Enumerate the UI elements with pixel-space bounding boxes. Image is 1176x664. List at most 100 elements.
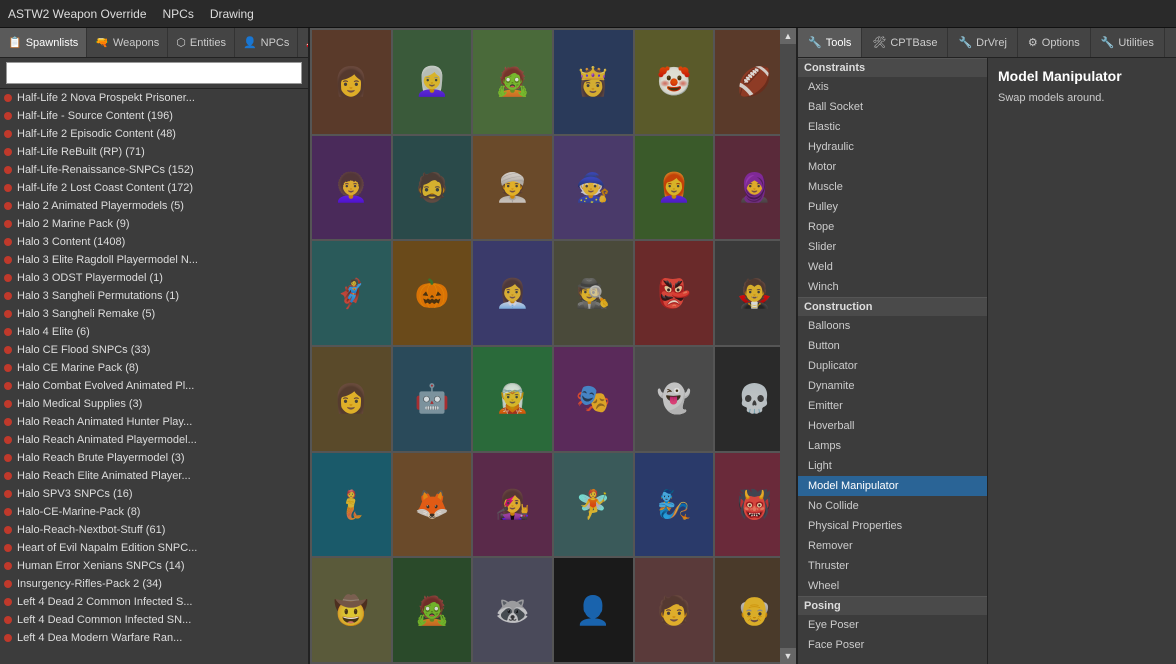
tool-list-item[interactable]: Eye Poser — [798, 615, 987, 635]
list-item[interactable]: Halo Combat Evolved Animated Pl... — [0, 377, 308, 395]
character-portrait-cell[interactable]: 🧔 — [393, 136, 472, 240]
list-item[interactable]: Heart of Evil Napalm Edition SNPC... — [0, 539, 308, 557]
tool-list-item[interactable]: Axis — [798, 77, 987, 97]
tool-list-item[interactable]: Duplicator — [798, 356, 987, 376]
scroll-down-arrow[interactable]: ▼ — [780, 648, 796, 664]
character-portrait-cell[interactable]: 👩‍🦰 — [635, 136, 714, 240]
tool-list-item[interactable]: Lamps — [798, 436, 987, 456]
tab-spawnlists[interactable]: 📋 Spawnlists — [0, 28, 87, 57]
tool-list-item[interactable]: Motor — [798, 157, 987, 177]
character-portrait-cell[interactable]: 👩 — [312, 30, 391, 134]
tool-list-item[interactable]: Ball Socket — [798, 97, 987, 117]
tool-list-item[interactable]: Pulley — [798, 197, 987, 217]
character-portrait-cell[interactable]: 🧞 — [635, 453, 714, 557]
character-portrait-cell[interactable]: 👩‍🦱 — [312, 136, 391, 240]
tool-list-item[interactable]: Hydraulic — [798, 137, 987, 157]
character-portrait-cell[interactable]: 🎃 — [393, 241, 472, 345]
tool-list-item[interactable]: Wheel — [798, 576, 987, 596]
tool-list-item[interactable]: Model Manipulator — [798, 476, 987, 496]
character-portrait-cell[interactable]: 👩‍🎤 — [473, 453, 552, 557]
list-item[interactable]: Halo 3 Sangheli Permutations (1) — [0, 287, 308, 305]
character-portrait-cell[interactable]: 🤠 — [312, 558, 391, 662]
character-portrait-cell[interactable]: 🦊 — [393, 453, 472, 557]
tool-list-item[interactable]: Face Poser — [798, 635, 987, 655]
menu-item-npcs[interactable]: NPCs — [163, 7, 194, 21]
list-item[interactable]: Halo Medical Supplies (3) — [0, 395, 308, 413]
character-portrait-cell[interactable]: 🧙 — [554, 136, 633, 240]
list-item[interactable]: Halo 4 Elite (6) — [0, 323, 308, 341]
tool-list-item[interactable]: Balloons — [798, 316, 987, 336]
tool-list-item[interactable]: Physical Properties — [798, 516, 987, 536]
character-portrait-cell[interactable]: 🕵 — [554, 241, 633, 345]
tool-list-item[interactable]: Remover — [798, 536, 987, 556]
list-item[interactable]: Halo 3 Elite Ragdoll Playermodel N... — [0, 251, 308, 269]
list-item[interactable]: Left 4 Dead 2 Common Infected S... — [0, 593, 308, 611]
list-item[interactable]: Halo-Reach-Nextbot-Stuff (61) — [0, 521, 308, 539]
character-portrait-cell[interactable]: 👸 — [554, 30, 633, 134]
tab-entities[interactable]: ⬡ Entities — [168, 28, 235, 57]
tab-weapons[interactable]: 🔫 Weapons — [87, 28, 168, 57]
list-item[interactable]: Half-Life-Renaissance-SNPCs (152) — [0, 161, 308, 179]
list-item[interactable]: Half-Life - Source Content (196) — [0, 107, 308, 125]
right-tab-utilities[interactable]: 🔧 Utilities — [1091, 28, 1165, 57]
tool-list-item[interactable]: Thruster — [798, 556, 987, 576]
character-portrait-cell[interactable]: 👳 — [473, 136, 552, 240]
search-input[interactable] — [6, 62, 302, 84]
list-item[interactable]: Half-Life ReBuilt (RP) (71) — [0, 143, 308, 161]
list-item[interactable]: Halo Reach Animated Hunter Play... — [0, 413, 308, 431]
list-item[interactable]: Half-Life 2 Episodic Content (48) — [0, 125, 308, 143]
character-portrait-cell[interactable]: 👩‍🦳 — [393, 30, 472, 134]
character-portrait-cell[interactable]: 👺 — [635, 241, 714, 345]
menu-item-weapon-override[interactable]: ASTW2 Weapon Override — [8, 7, 147, 21]
character-portrait-cell[interactable]: 🧟 — [473, 30, 552, 134]
tool-list-item[interactable]: No Collide — [798, 496, 987, 516]
character-portrait-cell[interactable]: 🦝 — [473, 558, 552, 662]
character-portrait-cell[interactable]: 🦸 — [312, 241, 391, 345]
tool-list-item[interactable]: Rope — [798, 217, 987, 237]
right-tab-tools[interactable]: 🔧 Tools — [798, 28, 862, 57]
list-item[interactable]: Halo 3 Sangheli Remake (5) — [0, 305, 308, 323]
right-tab-drvrej[interactable]: 🔧 DrVrej — [948, 28, 1017, 57]
list-item[interactable]: Halo 2 Animated Playermodels (5) — [0, 197, 308, 215]
tool-list-item[interactable]: Elastic — [798, 117, 987, 137]
list-item[interactable]: Left 4 Dea Modern Warfare Ran... — [0, 629, 308, 647]
list-item[interactable]: Human Error Xenians SNPCs (14) — [0, 557, 308, 575]
list-item[interactable]: Halo 3 Content (1408) — [0, 233, 308, 251]
character-portrait-cell[interactable]: 🤖 — [393, 347, 472, 451]
list-item[interactable]: Halo Reach Brute Playermodel (3) — [0, 449, 308, 467]
character-portrait-cell[interactable]: 🧜 — [312, 453, 391, 557]
list-item[interactable]: Left 4 Dead Common Infected SN... — [0, 611, 308, 629]
tool-list-item[interactable]: Slider — [798, 237, 987, 257]
scroll-up-arrow[interactable]: ▲ — [780, 28, 796, 44]
character-portrait-cell[interactable]: 🧑 — [635, 558, 714, 662]
tool-list-item[interactable]: Muscle — [798, 177, 987, 197]
right-tab-cptbase[interactable]: 🛠 CPTBase — [862, 28, 948, 57]
list-item[interactable]: Halo-CE-Marine-Pack (8) — [0, 503, 308, 521]
tab-npcs[interactable]: 👤 NPCs — [235, 28, 298, 57]
character-portrait-cell[interactable]: 🤡 — [635, 30, 714, 134]
list-item[interactable]: Halo Reach Animated Playermodel... — [0, 431, 308, 449]
list-item[interactable]: Half-Life 2 Nova Prospekt Prisoner... — [0, 89, 308, 107]
character-portrait-cell[interactable]: 👻 — [635, 347, 714, 451]
character-portrait-cell[interactable]: 👩‍💼 — [473, 241, 552, 345]
tool-list-item[interactable]: Dynamite — [798, 376, 987, 396]
tool-list-item[interactable]: Winch — [798, 277, 987, 297]
character-portrait-cell[interactable]: 🧝 — [473, 347, 552, 451]
tab-vehicles[interactable]: 🚗 Vehicles — [298, 28, 308, 57]
list-item[interactable]: Halo SPV3 SNPCs (16) — [0, 485, 308, 503]
list-item[interactable]: Insurgency-Rifles-Pack 2 (34) — [0, 575, 308, 593]
tool-list-item[interactable]: Weld — [798, 257, 987, 277]
right-tab-options[interactable]: ⚙ Options — [1018, 28, 1091, 57]
tool-list-item[interactable]: Hoverball — [798, 416, 987, 436]
tool-list-item[interactable]: Emitter — [798, 396, 987, 416]
list-item[interactable]: Halo 2 Marine Pack (9) — [0, 215, 308, 233]
menu-item-drawing[interactable]: Drawing — [210, 7, 254, 21]
character-portrait-cell[interactable]: 🎭 — [554, 347, 633, 451]
list-item[interactable]: Halo 3 ODST Playermodel (1) — [0, 269, 308, 287]
tool-list-item[interactable]: Light — [798, 456, 987, 476]
list-item[interactable]: Halo CE Flood SNPCs (33) — [0, 341, 308, 359]
center-scrollbar[interactable]: ▲ ▼ — [780, 28, 796, 664]
character-portrait-cell[interactable]: 🧚 — [554, 453, 633, 557]
list-item[interactable]: Halo Reach Elite Animated Player... — [0, 467, 308, 485]
list-item[interactable]: Halo CE Marine Pack (8) — [0, 359, 308, 377]
